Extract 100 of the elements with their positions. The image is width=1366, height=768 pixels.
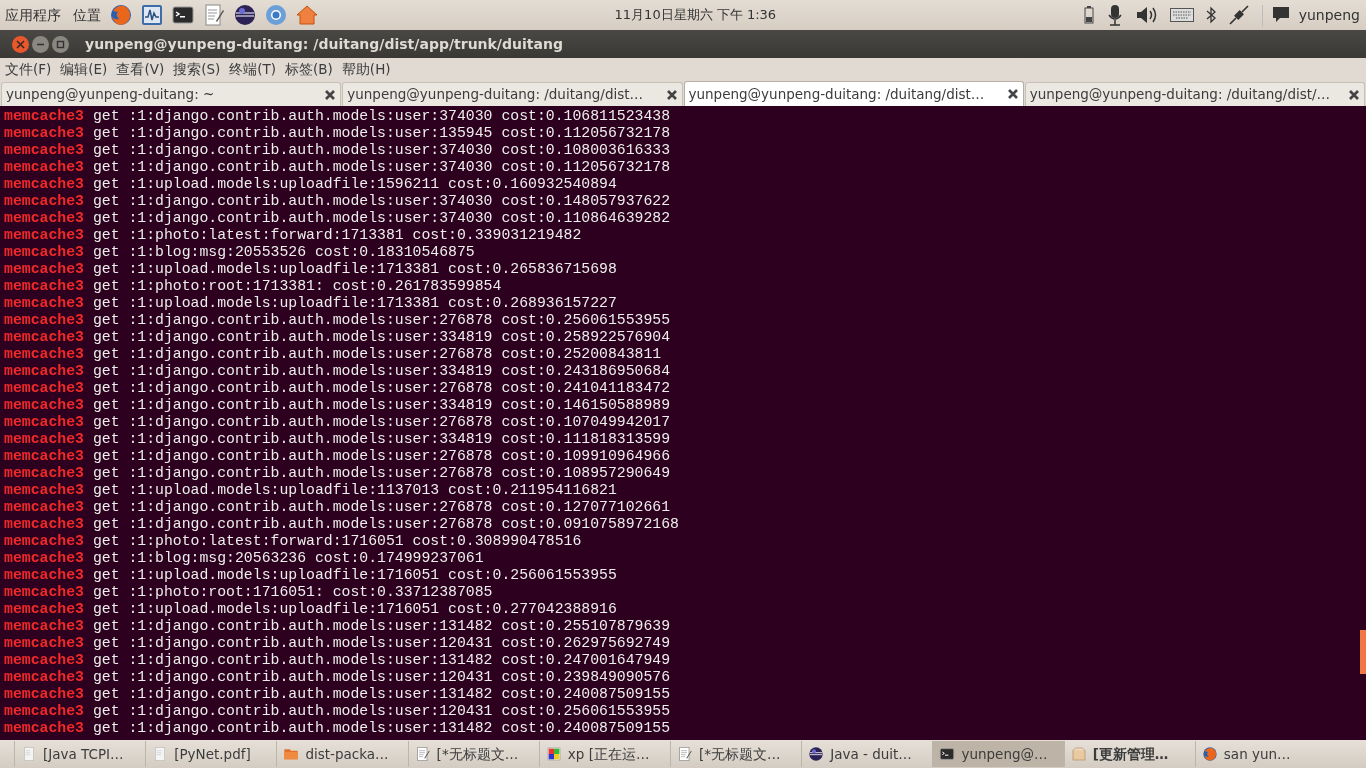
minimize-button[interactable]	[32, 35, 49, 53]
taskbar-button[interactable]: [Java TCPI…	[14, 741, 146, 767]
eclipse-icon	[808, 746, 825, 762]
log-line: get :1:blog:msg:20563236 cost:0.174999237061	[92, 550, 484, 567]
speaker-icon[interactable]	[1135, 6, 1158, 24]
keyboard-icon[interactable]	[1169, 8, 1194, 22]
log-line: get :1:django.contrib.auth.models:user:334819 cost:0.111818313599	[92, 431, 671, 448]
taskbar-button[interactable]: [PyNet.pdf]	[145, 741, 277, 767]
chat-bubble-icon[interactable]	[1270, 5, 1291, 25]
log-line: get :1:django.contrib.auth.models:user:120431 cost:0.256061553955	[92, 703, 671, 720]
tab-label: yunpeng@yunpeng-duitang: ~	[6, 85, 215, 105]
log-line: get :1:django.contrib.auth.models:user:276878 cost:0.109910964966	[92, 448, 671, 465]
log-tag: memcache3	[4, 431, 84, 448]
menu-item[interactable]: 帮助(H)	[341, 59, 391, 80]
log-line: get :1:django.contrib.auth.models:user:276878 cost:0.108957290649	[92, 465, 671, 482]
log-line: get :1:upload.models:uploadfile:1137013 cost:0.211954116821	[92, 482, 617, 499]
log-tag: memcache3	[4, 720, 84, 737]
close-button[interactable]	[12, 35, 29, 53]
menu-item[interactable]: 搜索(S)	[173, 59, 221, 80]
globe-fox-icon	[1201, 746, 1218, 762]
taskbar-button[interactable]: dist-packa…	[276, 741, 408, 767]
close-icon[interactable]	[665, 88, 678, 101]
maximize-button[interactable]	[52, 35, 69, 53]
taskbar-label: [Java TCPI…	[43, 744, 124, 764]
folder-icon	[283, 746, 300, 762]
log-tag: memcache3	[4, 601, 84, 618]
home-icon	[295, 3, 319, 27]
eclipse-icon	[233, 3, 257, 27]
log-line: get :1:django.contrib.auth.models:user:276878 cost:0.256061553955	[92, 312, 671, 329]
log-tag: memcache3	[4, 346, 84, 363]
battery-icon[interactable]	[1083, 6, 1094, 24]
taskbar-button[interactable]: [更新管理…	[1063, 741, 1195, 767]
microphone-icon[interactable]	[1105, 4, 1124, 26]
terminal-icon	[171, 3, 195, 27]
log-line: get :1:django.contrib.auth.models:user:131482 cost:0.247001647949	[92, 652, 671, 669]
taskbar-label: [*无标题文…	[699, 744, 781, 764]
user-name[interactable]: yunpeng	[1298, 4, 1360, 26]
log-line: get :1:upload.models:uploadfile:1596211 cost:0.160932540894	[92, 176, 617, 193]
log-line: get :1:django.contrib.auth.models:user:131482 cost:0.240087509155	[92, 686, 671, 703]
bluetooth-icon[interactable]	[1205, 6, 1216, 24]
log-line: get :1:django.contrib.auth.models:user:276878 cost:0.107049942017	[92, 414, 671, 431]
log-line: get :1:django.contrib.auth.models:user:334819 cost:0.258922576904	[92, 329, 671, 346]
close-icon[interactable]	[1006, 88, 1019, 100]
terminal-tab[interactable]: yunpeng@yunpeng-duitang: /duitang/dist…	[683, 81, 1024, 106]
panel-menu[interactable]: 位置	[73, 4, 101, 26]
log-tag: memcache3	[4, 244, 84, 261]
close-icon[interactable]	[1348, 88, 1360, 101]
log-tag: memcache3	[4, 550, 84, 567]
document-icon	[21, 746, 37, 762]
taskbar-button[interactable]: xp [正在运…	[538, 741, 670, 767]
menu-item[interactable]: 文件(F)	[5, 59, 52, 80]
log-tag: memcache3	[4, 584, 84, 601]
tab-label: yunpeng@yunpeng-duitang: /duitang/dist…	[347, 85, 644, 105]
log-line: get :1:django.contrib.auth.models:user:374030 cost:0.110864639282	[92, 210, 671, 227]
taskbar-label: [PyNet.pdf]	[174, 744, 251, 764]
taskbar-button[interactable]: [*无标题文…	[670, 741, 802, 767]
network-plug-icon[interactable]	[1227, 4, 1250, 26]
log-tag: memcache3	[4, 380, 84, 397]
log-tag: memcache3	[4, 159, 84, 176]
tab-label: yunpeng@yunpeng-duitang: /duitang/dist/…	[1029, 85, 1331, 105]
menu-item[interactable]: 终端(T)	[229, 59, 277, 80]
log-tag: memcache3	[4, 142, 84, 159]
taskbar-button[interactable]: yunpeng@…	[932, 741, 1064, 767]
log-line: get :1:django.contrib.auth.models:user:276878 cost:0.25200843811	[92, 346, 662, 363]
log-tag: memcache3	[4, 295, 84, 312]
menu-item[interactable]: 编辑(E)	[60, 59, 108, 80]
taskbar-button[interactable]: [*无标题文…	[407, 741, 539, 767]
log-line: get :1:django.contrib.auth.models:user:276878 cost:0.241041183472	[92, 380, 671, 397]
log-tag: memcache3	[4, 618, 84, 635]
menu-item[interactable]: 标签(B)	[285, 59, 333, 80]
log-line: get :1:django.contrib.auth.models:user:374030 cost:0.112056732178	[92, 159, 671, 176]
chromium-icon	[264, 3, 288, 27]
log-line: get :1:django.contrib.auth.models:user:334819 cost:0.243186950684	[92, 363, 671, 380]
log-tag: memcache3	[4, 329, 84, 346]
log-line: get :1:django.contrib.auth.models:user:131482 cost:0.255107879639	[92, 618, 671, 635]
log-line: get :1:django.contrib.auth.models:user:334819 cost:0.146150588989	[92, 397, 671, 414]
log-line: get :1:upload.models:uploadfile:1713381 cost:0.268936157227	[92, 295, 617, 312]
log-line: get :1:upload.models:uploadfile:1716051 cost:0.277042388916	[92, 601, 617, 618]
scrollbar-thumb[interactable]	[1360, 630, 1366, 674]
log-tag: memcache3	[4, 193, 84, 210]
taskbar-label: san yun…	[1223, 744, 1291, 764]
package-icon	[1070, 746, 1087, 762]
maximize-icon	[56, 39, 65, 49]
log-tag: memcache3	[4, 669, 84, 686]
log-tag: memcache3	[4, 499, 84, 516]
taskbar-label: [更新管理…	[1092, 744, 1169, 764]
log-tag: memcache3	[4, 567, 84, 584]
terminal-tab[interactable]: yunpeng@yunpeng-duitang: /duitang/dist/…	[1024, 82, 1365, 106]
log-tag: memcache3	[4, 635, 84, 652]
log-line: get :1:django.contrib.auth.models:user:374030 cost:0.106811523438	[92, 108, 671, 125]
text-editor-icon	[202, 3, 226, 27]
taskbar-button[interactable]: san yun…	[1194, 741, 1327, 767]
clock[interactable]: 11月10日星期六 下午 1:36	[606, 5, 785, 25]
terminal-tab[interactable]: yunpeng@yunpeng-duitang: ~	[1, 82, 342, 106]
menu-item[interactable]: 查看(V)	[116, 59, 165, 80]
terminal-tab[interactable]: yunpeng@yunpeng-duitang: /duitang/dist…	[342, 82, 683, 106]
close-icon[interactable]	[324, 88, 337, 101]
panel-menu[interactable]: 应用程序	[5, 4, 61, 26]
text-editor-icon	[414, 746, 431, 762]
close-icon	[16, 39, 25, 49]
